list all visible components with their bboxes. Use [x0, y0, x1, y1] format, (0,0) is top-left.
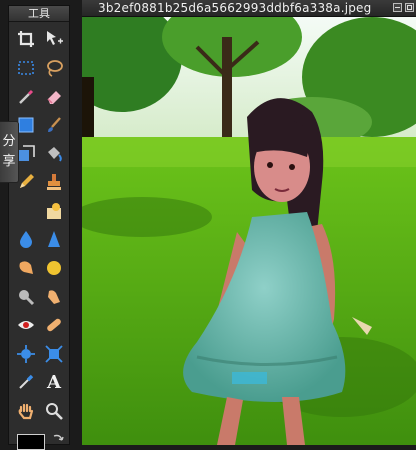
bucket-tool-icon[interactable] [40, 139, 68, 168]
lasso-tool-icon[interactable] [40, 54, 68, 83]
eraser-tool-icon[interactable] [40, 82, 68, 111]
image-window: 3b2ef0881b25d6a5662993ddbf6a338a.jpeg [82, 0, 416, 445]
image-canvas[interactable] [82, 17, 416, 445]
bandage-tool-icon[interactable] [40, 311, 68, 340]
share-tab-char-1: 分 [2, 134, 16, 149]
move-tool-icon[interactable] [40, 25, 68, 54]
color-swatches [13, 430, 69, 450]
dodge-tool-icon[interactable] [12, 254, 40, 283]
eyedropper-tool-icon[interactable] [12, 368, 40, 397]
zoom-tool-icon[interactable] [40, 397, 68, 426]
minimize-button[interactable] [393, 3, 402, 12]
share-tab-char-2: 享 [2, 154, 16, 169]
tool-grid: A [12, 25, 68, 425]
pinch-tool-icon[interactable] [40, 340, 68, 369]
sharpen-tool-icon[interactable] [40, 225, 68, 254]
empty-slot [12, 197, 40, 226]
share-tab[interactable]: 分 享 [0, 121, 19, 183]
swap-colors-icon[interactable] [51, 432, 65, 446]
text-tool-label: A [47, 371, 61, 393]
blur-tool-icon[interactable] [12, 225, 40, 254]
tools-panel-title: 工具 [9, 6, 69, 22]
foreground-color-swatch[interactable] [17, 434, 45, 450]
bloat-tool-icon[interactable] [12, 340, 40, 369]
wand-tool-icon[interactable] [12, 82, 40, 111]
hand-tool-icon[interactable] [12, 397, 40, 426]
photo-girl-in-park [82, 17, 416, 445]
finger-tool-icon[interactable] [40, 282, 68, 311]
stamp-tool-icon[interactable] [40, 168, 68, 197]
window-titlebar[interactable]: 3b2ef0881b25d6a5662993ddbf6a338a.jpeg [82, 0, 416, 17]
marquee-tool-icon[interactable] [12, 54, 40, 83]
crop-tool-icon[interactable] [12, 25, 40, 54]
smudge-tool-icon[interactable] [40, 197, 68, 226]
brush-tool-icon[interactable] [40, 111, 68, 140]
text-tool-icon[interactable]: A [40, 368, 68, 397]
red-eye-tool-icon[interactable] [12, 311, 40, 340]
tools-panel: 工具 A [8, 5, 70, 450]
maximize-button[interactable] [405, 3, 414, 12]
window-title: 3b2ef0881b25d6a5662993ddbf6a338a.jpeg [98, 1, 372, 15]
burn-tool-icon[interactable] [12, 282, 40, 311]
sponge-tool-icon[interactable] [40, 254, 68, 283]
